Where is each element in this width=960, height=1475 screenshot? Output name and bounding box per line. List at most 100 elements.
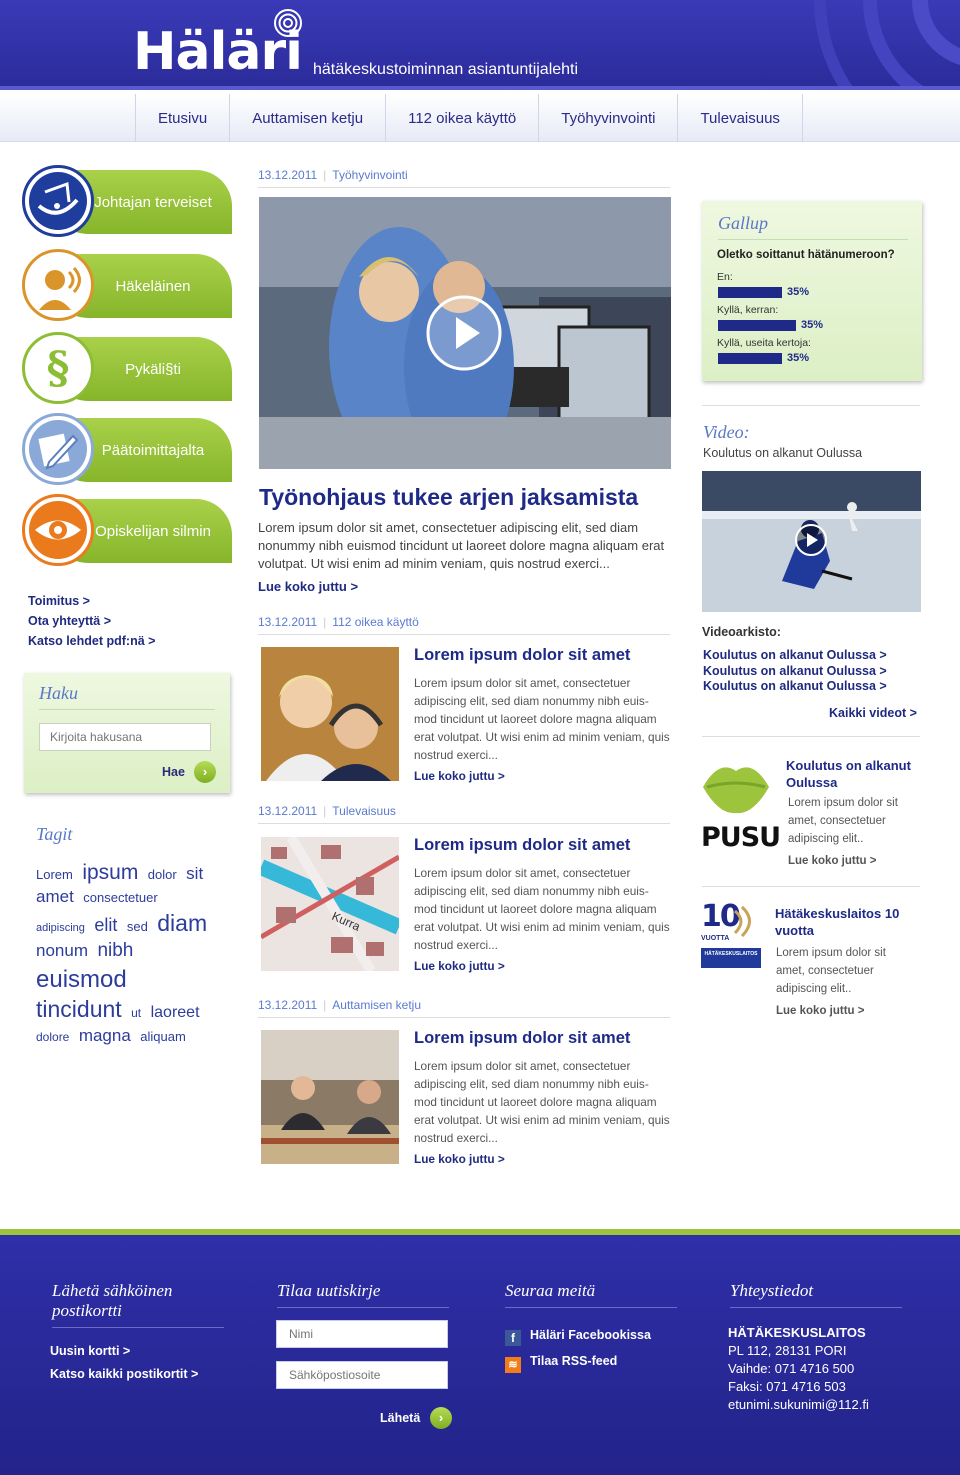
article-title[interactable]: Lorem ipsum dolor sit amet (414, 836, 630, 855)
article-date: 13.12.2011 (258, 168, 318, 182)
article-category-link[interactable]: Tulevaisuus (332, 804, 396, 818)
tag-link[interactable]: laoreet (151, 1004, 200, 1021)
article-title[interactable]: Lorem ipsum dolor sit amet (414, 1029, 630, 1048)
lips-icon (703, 767, 769, 814)
video-thumbnail[interactable] (702, 471, 921, 612)
promo-read-more-link[interactable]: Lue koko juttu > (788, 852, 877, 870)
tag-link[interactable]: dolore (36, 1030, 69, 1044)
article-read-more-link[interactable]: Lue koko juttu > (414, 959, 505, 973)
article-category-link[interactable]: Työhyvinvointi (332, 168, 407, 182)
article-title[interactable]: Lorem ipsum dolor sit amet (414, 646, 630, 665)
all-videos-link[interactable]: Kaikki videot > (829, 706, 917, 720)
tag-link[interactable]: nibh (97, 940, 133, 961)
promo-title[interactable]: Koulutus on alkanut Oulussa (786, 757, 916, 791)
paragraph-icon: § (22, 332, 94, 404)
article-thumbnail[interactable] (261, 1030, 399, 1164)
nav-item-tyohyvinvointi[interactable]: Työhyvinvointi (539, 94, 679, 142)
signal-waves-icon (733, 905, 751, 937)
article-category-link[interactable]: 112 oikea käyttö (332, 615, 419, 629)
nav-item-112-oikea-kaytto[interactable]: 112 oikea käyttö (386, 94, 540, 142)
gallup-title: Gallup (718, 213, 769, 233)
tag-link[interactable]: nonum (36, 941, 88, 960)
play-icon[interactable] (424, 293, 504, 373)
newsletter-email-input[interactable] (276, 1361, 448, 1389)
nav-item-auttamisen-ketju[interactable]: Auttamisen ketju (230, 94, 387, 142)
tag-link[interactable]: consectetuer (83, 890, 157, 905)
video-archive-list: Koulutus on alkanut Oulussa > Koulutus o… (703, 648, 887, 695)
tag-link[interactable]: tincidunt (36, 996, 122, 1022)
play-icon[interactable] (794, 523, 828, 557)
hatakeskuslaitos-10-logo[interactable]: 10 VUOTTA HÄTÄKESKUSLAITOS (701, 899, 763, 969)
category-hakelainen[interactable]: Häkeläinen (22, 249, 232, 321)
contact-email-link[interactable]: etunimi.sukunimi@112.fi (728, 1396, 902, 1414)
header-stripe (0, 86, 960, 90)
poll-percentage: 35% (787, 352, 810, 364)
link-katso-lehdet-pdf[interactable]: Katso lehdet pdf:nä > (28, 631, 155, 651)
search-input[interactable] (39, 723, 211, 751)
article-read-more-link[interactable]: Lue koko juttu > (414, 769, 505, 783)
newsletter-send-icon[interactable]: › (430, 1407, 452, 1429)
tag-link[interactable]: adipiscing (36, 922, 85, 934)
article-meta: 13.12.2011 | Auttamisen ketju (258, 998, 670, 1018)
article-category-link[interactable]: Auttamisen ketju (332, 998, 421, 1012)
category-opiskelijan-silmin[interactable]: Opiskelijan silmin (22, 494, 232, 566)
site-header: Häläri hätäkeskustoiminnan asiantuntijal… (0, 0, 960, 90)
tag-link[interactable]: aliquam (140, 1029, 186, 1044)
main-nav: Etusivu Auttamisen ketju 112 oikea käytt… (0, 94, 960, 142)
tag-link[interactable]: amet (36, 887, 74, 906)
pen-icon (22, 413, 94, 485)
facebook-link-label: Häläri Facebookissa (530, 1328, 651, 1342)
article-date: 13.12.2011 (258, 804, 318, 818)
poll-percentage: 35% (787, 286, 810, 298)
tag-link[interactable]: dolor (148, 867, 177, 882)
dish-icon (22, 165, 94, 237)
contact-org: HÄTÄKESKUSLAITOS (728, 1325, 866, 1340)
footer-newsletter-title: Tilaa uutiskirje (277, 1281, 449, 1308)
tag-link[interactable]: magna (79, 1026, 131, 1045)
link-ota-yhteytta[interactable]: Ota yhteyttä > (28, 611, 155, 631)
category-paatoimittajalta[interactable]: Päätoimittajalta (22, 413, 232, 485)
article-thumbnail[interactable] (261, 647, 399, 781)
contact-phone: Vaihde: 071 4716 500 (728, 1361, 855, 1376)
article-read-more-link[interactable]: Lue koko juttu > (414, 1152, 505, 1166)
footer-postcard: Lähetä sähköinen postikortti Uusin kortt… (50, 1281, 224, 1386)
poll-bar (718, 320, 796, 331)
tag-link[interactable]: sit (186, 864, 203, 883)
search-go-icon[interactable]: › (194, 761, 216, 783)
poll-bar (718, 287, 782, 298)
rss-link[interactable]: ≋ Tilaa RSS-feed (505, 1348, 677, 1374)
hero-title[interactable]: Työnohjaus tukee arjen jaksamista (259, 484, 638, 511)
newsletter-name-input[interactable] (276, 1320, 448, 1348)
latest-postcard-link[interactable]: Uusin kortti > (50, 1340, 224, 1363)
promo-excerpt: Lorem ipsum dolor sit amet, consectetuer… (776, 947, 886, 995)
article-thumbnail[interactable]: Kurra (261, 837, 399, 971)
tag-link[interactable]: ipsum (82, 861, 138, 884)
all-postcards-link[interactable]: Katso kaikki postikortit > (50, 1363, 224, 1386)
promo-read-more-link[interactable]: Lue koko juttu > (776, 1002, 865, 1020)
newsletter-send-label[interactable]: Lähetä (380, 1411, 420, 1425)
facebook-link[interactable]: f Häläri Facebookissa (505, 1322, 677, 1348)
search-button-label[interactable]: Hae (162, 765, 185, 779)
promo-title[interactable]: Hätäkeskuslaitos 10 vuotta (775, 905, 915, 939)
footer-postcard-title: Lähetä sähköinen postikortti (52, 1281, 224, 1328)
tag-link[interactable]: elit (94, 915, 117, 935)
category-pykalisti[interactable]: Pykäli§ti § (22, 332, 232, 404)
contact-fax: Faksi: 071 4716 503 (728, 1379, 846, 1394)
tag-link[interactable]: euismod (36, 966, 127, 993)
video-archive-link[interactable]: Koulutus on alkanut Oulussa > (703, 679, 887, 695)
tag-link[interactable]: Lorem (36, 867, 73, 882)
tag-link[interactable]: sed (127, 919, 148, 934)
tag-link[interactable]: diam (157, 910, 207, 936)
hero-video-thumbnail[interactable] (259, 197, 671, 469)
nav-item-tulevaisuus[interactable]: Tulevaisuus (678, 94, 803, 142)
footer-newsletter: Tilaa uutiskirje (277, 1281, 449, 1308)
tag-link[interactable]: ut (131, 1006, 141, 1020)
category-johtajan-terveiset[interactable]: Johtajan terveiset (22, 165, 232, 237)
video-archive-link[interactable]: Koulutus on alkanut Oulussa > (703, 648, 887, 664)
pusu-logo[interactable]: PUSU (701, 757, 781, 853)
link-toimitus[interactable]: Toimitus > (28, 591, 155, 611)
article-date: 13.12.2011 (258, 615, 318, 629)
video-archive-link[interactable]: Koulutus on alkanut Oulussa > (703, 664, 887, 680)
hero-read-more-link[interactable]: Lue koko juttu > (258, 579, 358, 594)
nav-item-etusivu[interactable]: Etusivu (136, 94, 231, 142)
